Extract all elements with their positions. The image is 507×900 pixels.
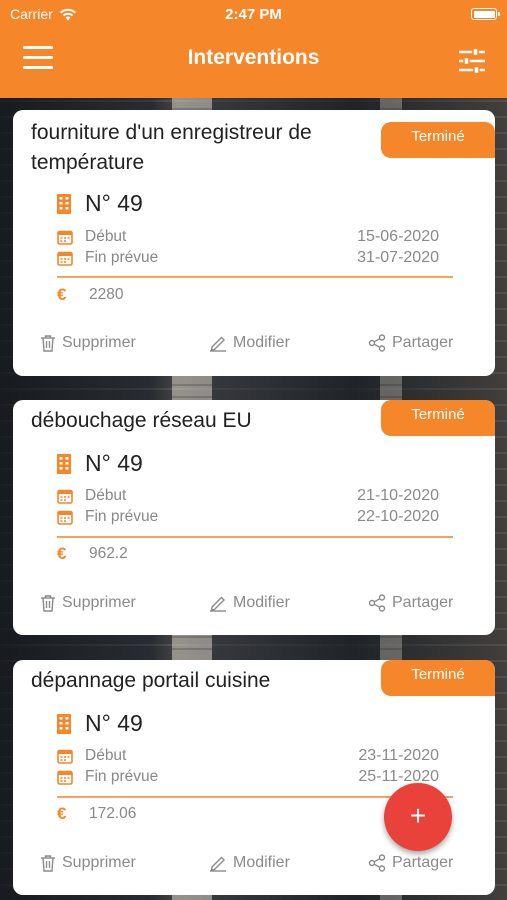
- start-date: 21-10-2020: [357, 487, 439, 504]
- edit-label: Modifier: [233, 334, 290, 351]
- pencil-icon: [210, 856, 226, 872]
- euro-icon: €: [57, 285, 67, 304]
- intervention-number: N° 49: [57, 710, 143, 737]
- card-title-line: fourniture d'un enregistreur de: [31, 121, 312, 144]
- calendar-icon: [57, 749, 73, 764]
- calendar-icon: [57, 230, 73, 245]
- app-header: Interventions: [0, 28, 507, 98]
- number-label: N° 49: [85, 710, 143, 736]
- status-bar: Carrier 2:47 PM: [0, 0, 507, 28]
- edit-button[interactable]: Modifier: [209, 854, 290, 872]
- pencil-icon: [210, 336, 226, 352]
- divider: [57, 536, 453, 538]
- start-label: Début: [85, 228, 127, 245]
- calendar-icon: [57, 489, 73, 504]
- card-title-line: débouchage réseau EU: [31, 409, 252, 432]
- calendar-icon: [57, 770, 73, 785]
- share-button[interactable]: Partager: [368, 854, 453, 872]
- share-button[interactable]: Partager: [368, 594, 453, 612]
- end-date-row: Fin prévue 22-10-2020: [57, 508, 439, 526]
- delete-label: Supprimer: [62, 334, 136, 351]
- intervention-number: N° 49: [57, 450, 143, 477]
- share-icon: [368, 594, 386, 612]
- sliders-filter-icon[interactable]: [457, 46, 487, 76]
- card-title: fourniture d'un enregistreur de températ…: [31, 118, 371, 178]
- calendar-icon: [57, 251, 73, 266]
- start-label: Début: [85, 747, 127, 764]
- end-label: Fin prévue: [85, 508, 159, 525]
- price-row: € 2280: [57, 285, 123, 305]
- building-icon: [57, 453, 71, 474]
- edit-button[interactable]: Modifier: [209, 594, 290, 612]
- price-amount: 2280: [89, 286, 124, 303]
- delete-button[interactable]: Supprimer: [40, 854, 136, 872]
- intervention-card[interactable]: Terminé fourniture d'un enregistreur de …: [13, 110, 495, 376]
- edit-button[interactable]: Modifier: [209, 334, 290, 352]
- card-actions: Supprimer Modifier Partager: [13, 594, 495, 618]
- end-label: Fin prévue: [85, 768, 159, 785]
- pencil-icon: [210, 596, 226, 612]
- share-icon: [368, 854, 386, 872]
- status-badge: Terminé: [381, 660, 495, 696]
- delete-label: Supprimer: [62, 854, 136, 871]
- card-actions: Supprimer Modifier Partager: [13, 854, 495, 878]
- end-date: 22-10-2020: [357, 508, 439, 525]
- building-icon: [57, 193, 71, 214]
- share-icon: [368, 334, 386, 352]
- card-actions: Supprimer Modifier Partager: [13, 334, 495, 358]
- start-date: 23-11-2020: [358, 747, 439, 764]
- status-badge: Terminé: [381, 400, 495, 436]
- status-time: 2:47 PM: [225, 6, 282, 23]
- delete-button[interactable]: Supprimer: [40, 594, 136, 612]
- card-title-line: dépannage portail cuisine: [31, 669, 271, 692]
- intervention-card[interactable]: Terminé dépannage portail cuisine N° 49 …: [13, 660, 495, 895]
- start-date-row: Début 15-06-2020: [57, 228, 439, 246]
- price-row: € 962.2: [57, 544, 128, 564]
- edit-label: Modifier: [233, 854, 290, 871]
- start-date-row: Début 23-11-2020: [57, 747, 439, 765]
- building-icon: [57, 713, 71, 734]
- share-label: Partager: [392, 334, 454, 351]
- calendar-icon: [57, 510, 73, 525]
- share-label: Partager: [392, 854, 454, 871]
- card-title-line: température: [31, 151, 145, 174]
- end-date-row: Fin prévue 25-11-2020: [57, 768, 439, 786]
- edit-label: Modifier: [233, 594, 290, 611]
- start-date: 15-06-2020: [357, 228, 439, 245]
- top-bar: Carrier 2:47 PM Interventions: [0, 0, 507, 98]
- trash-icon: [41, 595, 55, 612]
- battery-icon: [471, 8, 500, 20]
- share-label: Partager: [392, 594, 454, 611]
- card-title: dépannage portail cuisine: [31, 666, 371, 696]
- number-label: N° 49: [85, 450, 143, 476]
- price-amount: 962.2: [89, 545, 128, 562]
- add-intervention-button[interactable]: +: [384, 783, 452, 851]
- start-date-row: Début 21-10-2020: [57, 487, 439, 505]
- trash-icon: [41, 335, 55, 352]
- intervention-card[interactable]: Terminé débouchage réseau EU N° 49 Début…: [13, 400, 495, 635]
- trash-icon: [41, 855, 55, 872]
- page-title: Interventions: [187, 46, 320, 69]
- price-row: € 172.06: [57, 804, 136, 824]
- share-button[interactable]: Partager: [368, 334, 453, 352]
- divider: [57, 276, 453, 278]
- price-amount: 172.06: [89, 805, 137, 822]
- end-date: 31-07-2020: [357, 249, 439, 266]
- euro-icon: €: [57, 804, 67, 823]
- number-label: N° 49: [85, 190, 143, 216]
- delete-label: Supprimer: [62, 594, 136, 611]
- start-label: Début: [85, 487, 127, 504]
- intervention-number: N° 49: [57, 190, 143, 217]
- card-title: débouchage réseau EU: [31, 406, 371, 436]
- end-date-row: Fin prévue 31-07-2020: [57, 249, 439, 267]
- status-badge: Terminé: [381, 122, 495, 158]
- delete-button[interactable]: Supprimer: [40, 334, 136, 352]
- end-label: Fin prévue: [85, 249, 159, 266]
- euro-icon: €: [57, 544, 67, 563]
